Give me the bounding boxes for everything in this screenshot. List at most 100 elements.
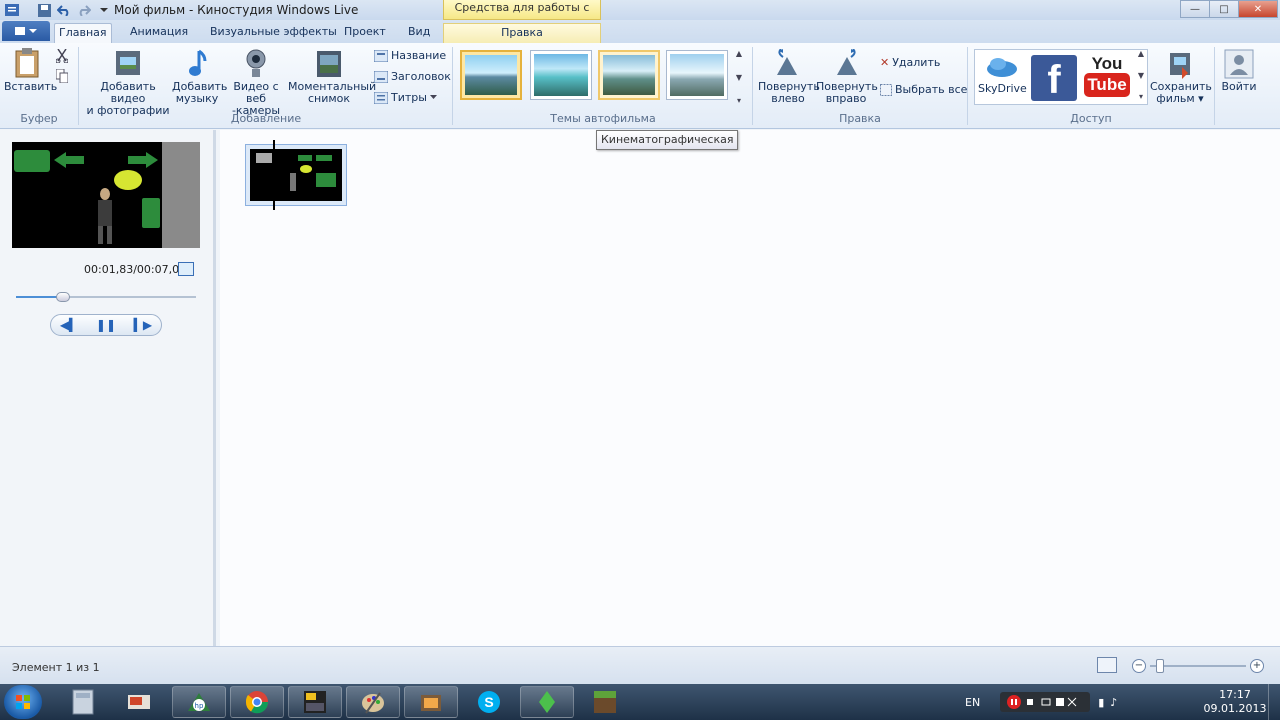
svg-text:hp: hp xyxy=(195,702,204,710)
show-desktop-button[interactable] xyxy=(1268,684,1280,720)
playhead[interactable] xyxy=(273,140,275,210)
title-button[interactable]: Название xyxy=(374,49,446,62)
video-clip[interactable] xyxy=(245,144,347,206)
title-label: Название xyxy=(391,49,447,62)
skydrive-button[interactable]: SkyDrive xyxy=(978,53,1027,95)
rotate-left-button[interactable]: Повернуть влево xyxy=(758,49,820,105)
caption-icon xyxy=(374,70,388,83)
minecraft-icon[interactable] xyxy=(578,686,632,718)
video-preview[interactable] xyxy=(12,142,200,248)
skype-icon[interactable]: S xyxy=(462,686,516,718)
webcam-video-button[interactable]: Видео с веб -камеры xyxy=(224,47,288,117)
add-music-button[interactable]: Добавить музыку xyxy=(172,47,227,105)
tab-home[interactable]: Главная xyxy=(54,23,112,43)
save-movie-button[interactable]: Сохранить фильм ▾ xyxy=(1150,49,1212,105)
game-launcher-icon[interactable] xyxy=(288,686,342,718)
file-menu-button[interactable] xyxy=(2,21,50,41)
scroll-down-icon[interactable]: ▼ xyxy=(1138,71,1144,80)
thumbnail-size-icon[interactable] xyxy=(1097,657,1117,673)
rotate-right-button[interactable]: Повернуть вправо xyxy=(816,49,878,105)
gallery-more-icon[interactable]: ▾ xyxy=(737,96,741,105)
skydrive-label: SkyDrive xyxy=(978,82,1027,95)
clip-thumbnail-image xyxy=(250,149,342,201)
youtube-icon[interactable]: You Tube xyxy=(1084,55,1130,101)
theme-fade[interactable] xyxy=(666,50,728,100)
start-button[interactable] xyxy=(4,685,42,719)
scroll-up-icon[interactable]: ▲ xyxy=(736,49,742,58)
redo-icon[interactable] xyxy=(76,2,92,18)
fullscreen-icon[interactable] xyxy=(178,262,194,276)
paste-button[interactable]: Вставить xyxy=(4,47,57,93)
clock-time: 17:17 xyxy=(1219,688,1251,701)
share-gallery-scroll[interactable]: ▲ ▼ ▾ xyxy=(1135,49,1147,101)
paint-app-icon[interactable] xyxy=(346,686,400,718)
chrome-icon[interactable] xyxy=(230,686,284,718)
zoom-knob[interactable] xyxy=(1156,659,1164,673)
tab-edit[interactable]: Правка xyxy=(443,23,601,43)
quick-access-toolbar xyxy=(4,2,112,18)
tab-project[interactable]: Проект xyxy=(340,23,390,43)
facebook-icon[interactable]: f xyxy=(1031,55,1077,102)
zoom-control: − + xyxy=(1132,659,1264,673)
tab-visual-effects[interactable]: Визуальные эффекты xyxy=(206,23,341,43)
theme-cinematic[interactable] xyxy=(598,50,660,100)
movie-maker-icon[interactable] xyxy=(404,686,458,718)
scroll-up-icon[interactable]: ▲ xyxy=(1138,49,1144,58)
snapshot-button[interactable]: Моментальный снимок xyxy=(288,47,376,105)
select-all-icon xyxy=(880,83,892,96)
scroll-down-icon[interactable]: ▼ xyxy=(736,73,742,82)
gallery-more-icon[interactable]: ▾ xyxy=(1139,92,1143,101)
zoom-slider[interactable] xyxy=(1150,659,1246,673)
presentation-app-icon[interactable] xyxy=(112,686,166,718)
music-note-icon xyxy=(189,49,207,76)
copy-icon[interactable] xyxy=(55,68,69,86)
add-video-photo-button[interactable]: Добавить видео и фотографии xyxy=(84,47,172,117)
tab-view[interactable]: Вид xyxy=(404,23,434,43)
clipboard-icon xyxy=(15,48,39,78)
theme-default[interactable] xyxy=(460,50,522,100)
zoom-in-icon[interactable]: + xyxy=(1250,659,1264,673)
volume-icon[interactable]: ♪ xyxy=(1110,696,1117,709)
undo-icon[interactable] xyxy=(56,2,72,18)
language-indicator[interactable]: EN xyxy=(965,696,980,709)
recorder-icon[interactable] xyxy=(1000,692,1091,712)
zoom-out-icon[interactable]: − xyxy=(1132,659,1146,673)
delete-button[interactable]: ✕ Удалить xyxy=(880,56,940,69)
minimize-button[interactable]: — xyxy=(1180,0,1210,18)
youtube-you: You xyxy=(1091,54,1123,73)
credits-button[interactable]: Титры xyxy=(374,91,437,104)
title-icon xyxy=(374,49,388,62)
theme-tooltip: Кинематографическая xyxy=(596,130,739,150)
rotate-left-icon xyxy=(777,49,797,75)
seek-thumb[interactable] xyxy=(55,292,70,302)
previous-frame-icon[interactable]: ◀▍ xyxy=(60,318,78,332)
select-all-button[interactable]: Выбрать все xyxy=(880,83,967,96)
caption-button[interactable]: Заголовок xyxy=(374,70,451,83)
qat-dropdown-icon[interactable] xyxy=(96,2,112,18)
network-icon[interactable]: ▮ xyxy=(1098,696,1104,709)
clock[interactable]: 17:17 09.01.2013 xyxy=(1200,688,1270,716)
cut-icon[interactable] xyxy=(55,48,69,66)
group-share-label: Доступ xyxy=(1070,112,1112,125)
group-divider xyxy=(752,47,753,125)
rotate-left-label-2: влево xyxy=(771,92,805,105)
hp-app-icon[interactable]: hp xyxy=(172,686,226,718)
app-menu-icon[interactable] xyxy=(4,2,20,18)
calculator-icon[interactable] xyxy=(56,686,110,718)
next-frame-icon[interactable]: ▍▶ xyxy=(134,318,152,332)
theme-gallery-scroll[interactable]: ▲ ▼ ▾ xyxy=(733,49,745,105)
theme-contemporary[interactable] xyxy=(530,50,592,100)
save-icon[interactable] xyxy=(36,2,52,18)
group-edit-label: Правка xyxy=(839,112,881,125)
maximize-button[interactable]: □ xyxy=(1209,0,1239,18)
rotate-right-label-2: вправо xyxy=(825,92,867,105)
pause-icon[interactable]: ❚❚ xyxy=(96,318,116,332)
sign-in-button[interactable]: Войти xyxy=(1218,49,1260,93)
tab-animation[interactable]: Анимация xyxy=(126,23,192,43)
sims-icon[interactable] xyxy=(520,686,574,718)
file-menu-icon xyxy=(15,27,37,35)
paste-label: Вставить xyxy=(4,80,58,93)
seek-bar[interactable] xyxy=(16,292,196,302)
close-button[interactable]: ✕ xyxy=(1238,0,1278,18)
snapshot-label-2: снимок xyxy=(307,92,351,105)
